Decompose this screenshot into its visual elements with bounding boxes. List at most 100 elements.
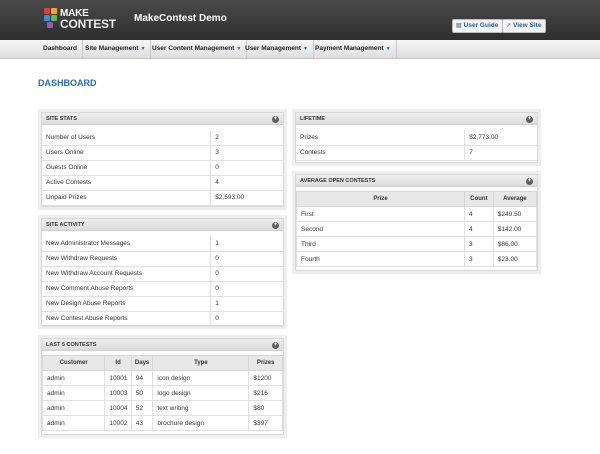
chevron-down-icon: ▼	[385, 46, 391, 52]
chevron-down-icon: ▼	[303, 46, 308, 52]
stat-label: Number of Users	[42, 130, 211, 146]
activity-label: New Contest Abuse Reports	[42, 311, 211, 327]
prize-average: $249.50	[492, 206, 538, 222]
app-title: MakeContest Demo	[134, 13, 227, 24]
column-header[interactable]: Id	[104, 355, 132, 371]
activity-value: 0	[210, 311, 283, 327]
expand-toggle-icon[interactable]: +	[526, 115, 533, 123]
activity-label: New Design Abuse Reports	[42, 296, 211, 312]
nav-label: Dashboard	[43, 45, 77, 52]
contest-prize: $1200	[248, 370, 283, 386]
site-stats-table: Number of Users 2 Users Online 3 Guests On…	[42, 130, 283, 206]
stat-value: $2,593.00	[210, 190, 283, 206]
table-row: Number of Users 2	[42, 130, 283, 146]
column-header[interactable]: Count	[464, 191, 494, 207]
column-header[interactable]: Average	[492, 191, 538, 207]
contest-customer: admin	[41, 370, 106, 386]
prize-rank: First	[296, 206, 465, 222]
column-header[interactable]: Type	[152, 355, 250, 371]
table-row: Second 4 $142.00	[296, 221, 538, 237]
expand-toggle-icon[interactable]: +	[272, 221, 279, 229]
activity-label: New Withdraw Requests	[42, 251, 211, 267]
nav-user-content-management[interactable]: User Content Management ▼	[147, 40, 248, 58]
stat-value: 0	[210, 160, 283, 176]
contest-id: 10001	[104, 370, 132, 386]
activity-label: New Withdraw Account Requests	[42, 266, 211, 282]
table-row: Prizes $2,773.00	[296, 130, 537, 146]
stat-label: Unpaid Prizes	[42, 190, 211, 206]
column-header[interactable]: Days	[130, 355, 154, 371]
stat-label: Users Online	[42, 145, 211, 161]
average-open-contests-table: Prize Count Average First 4 $249.50 Seco…	[296, 191, 538, 267]
document-icon: ▤	[456, 23, 462, 29]
column-header[interactable]: Prizes	[248, 355, 283, 371]
contest-id: 10002	[104, 415, 132, 431]
table-row: New Withdraw Requests 0	[42, 251, 283, 267]
app-logo[interactable]: MAKE CONTEST	[44, 6, 118, 34]
table-row: Unpaid Prizes $2,593.00	[42, 190, 283, 206]
table-header-row: Customer Id Days Type Prizes	[41, 355, 283, 371]
table-row[interactable]: admin 10002 43 brochure design $397	[41, 415, 283, 431]
contest-days: 50	[130, 385, 154, 401]
nav-site-management[interactable]: Site Management ▼	[80, 40, 152, 58]
nav-dashboard[interactable]: Dashboard	[38, 40, 83, 58]
contest-prize: $80	[248, 400, 283, 416]
contest-type: logo design	[152, 385, 250, 401]
contest-days: 43	[130, 415, 154, 431]
user-guide-button[interactable]: ▤ User Guide	[452, 19, 504, 33]
expand-toggle-icon[interactable]: +	[272, 115, 279, 123]
prize-count: 3	[464, 236, 494, 252]
contest-prize: $216	[248, 385, 283, 401]
nav-payment-management[interactable]: Payment Management ▼	[310, 40, 397, 58]
prize-count: 3	[464, 251, 494, 267]
table-row[interactable]: admin 10003 50 logo design $216	[41, 385, 283, 401]
external-link-icon: ↗	[506, 23, 512, 29]
panel-header: LAST 5 CONTESTS +	[42, 339, 283, 351]
stat-label: Guests Online	[42, 160, 211, 176]
prize-count: 4	[464, 221, 494, 237]
contest-days: 52	[130, 400, 154, 416]
column-header[interactable]: Prize	[296, 191, 465, 207]
panel-title: AVERAGE OPEN CONTESTS	[300, 178, 376, 184]
table-row: New Comment Abuse Reports 0	[42, 281, 283, 297]
table-row[interactable]: admin 10004 52 text writing $80	[41, 400, 283, 416]
prize-rank: Fourth	[296, 251, 465, 267]
panel-title: LAST 5 CONTESTS	[46, 342, 97, 348]
activity-value: 0	[210, 251, 283, 267]
nav-label: Site Management	[85, 45, 139, 52]
lifetime-panel: LIFETIME + Prizes $2,773.00 Contests 7	[295, 112, 538, 163]
contest-customer: admin	[41, 400, 106, 416]
expand-toggle-icon[interactable]: +	[272, 341, 279, 349]
prize-average: $142.00	[492, 221, 538, 237]
activity-value: 0	[210, 281, 283, 297]
table-row[interactable]: admin 10001 94 icon design $1200	[41, 370, 283, 386]
prize-rank: Second	[296, 221, 465, 237]
lifetime-label: Contests	[296, 145, 465, 161]
column-header[interactable]: Customer	[41, 355, 106, 371]
contest-type: text writing	[152, 400, 250, 416]
logo-line-2: CONTEST	[60, 17, 116, 31]
panel-title: SITE ACTIVITY	[46, 222, 85, 228]
lifetime-value: 7	[464, 145, 537, 161]
activity-value: 1	[210, 296, 283, 312]
prize-average: $86.00	[492, 236, 538, 252]
main-nav: Dashboard Site Management ▼ User Content …	[0, 40, 600, 59]
table-row: Fourth 3 $23.00	[296, 251, 538, 267]
contest-prize: $397	[248, 415, 283, 431]
average-open-contests-panel: AVERAGE OPEN CONTESTS + Prize Count Aver…	[295, 174, 538, 271]
contest-id: 10004	[104, 400, 132, 416]
view-site-button[interactable]: ↗ View Site	[502, 19, 547, 33]
lifetime-label: Prizes	[296, 130, 465, 146]
expand-toggle-icon[interactable]: +	[526, 177, 533, 185]
stat-value: 3	[210, 145, 283, 161]
table-row: First 4 $249.50	[296, 206, 538, 222]
table-row: Contests 7	[296, 145, 537, 161]
last-contests-table: Customer Id Days Type Prizes admin 10001…	[41, 355, 283, 431]
site-activity-panel: SITE ACTIVITY + New Administrator Messag…	[41, 218, 284, 327]
logo-wordmark: MAKE CONTEST	[60, 8, 116, 30]
table-row: Guests Online 0	[42, 160, 283, 176]
last-contests-panel: LAST 5 CONTESTS + Customer Id Days Type …	[41, 338, 284, 435]
activity-label: New Administrator Messages	[42, 236, 211, 252]
nav-user-management[interactable]: User Management ▼	[240, 40, 314, 58]
contest-days: 94	[130, 370, 154, 386]
